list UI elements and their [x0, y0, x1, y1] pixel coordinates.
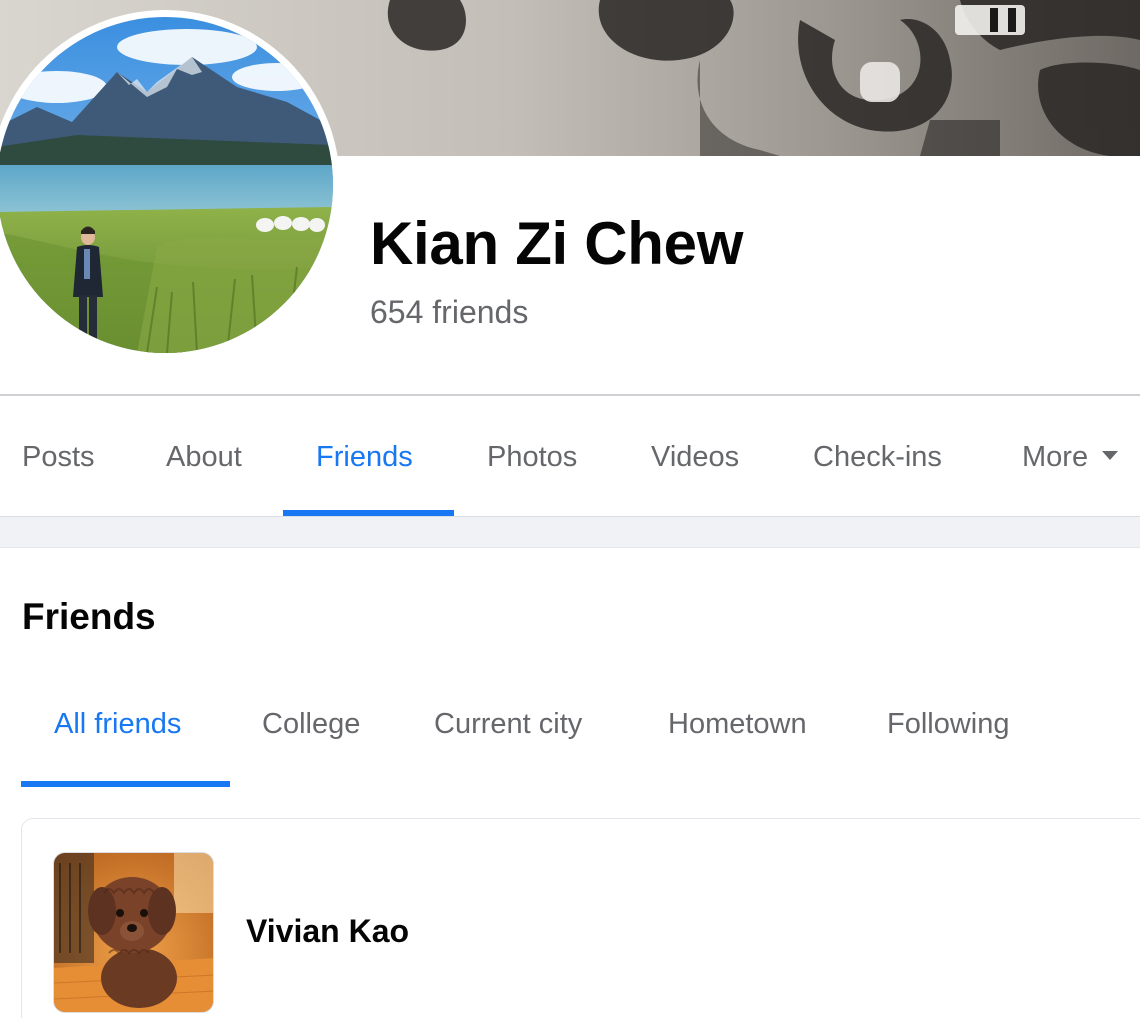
friend-avatar[interactable] — [53, 852, 214, 1013]
profile-avatar[interactable] — [0, 17, 333, 353]
friend-avatar-dog-image — [54, 853, 213, 1012]
tab-posts[interactable]: Posts — [22, 396, 95, 516]
filter-tab-all-friends[interactable]: All friends — [54, 708, 181, 741]
tab-check-ins[interactable]: Check-ins — [813, 396, 942, 516]
tab-friends[interactable]: Friends — [316, 396, 413, 516]
profile-tab-bar: Posts About Friends Photos Videos Check-… — [0, 396, 1140, 516]
friend-name[interactable]: Vivian Kao — [246, 913, 409, 950]
tab-videos[interactable]: Videos — [651, 396, 739, 516]
tab-more[interactable]: More — [1022, 396, 1119, 516]
active-filter-indicator — [21, 781, 230, 787]
profile-name: Kian Zi Chew — [370, 210, 744, 277]
caret-down-icon — [1102, 450, 1119, 460]
avatar-landscape-image — [0, 17, 333, 353]
filter-tab-current-city[interactable]: Current city — [434, 708, 582, 741]
section-separator — [0, 516, 1140, 548]
tab-more-label: More — [1022, 441, 1089, 473]
tab-photos[interactable]: Photos — [487, 396, 577, 516]
friend-card[interactable]: Vivian Kao — [21, 818, 1140, 1018]
friend-count[interactable]: 654 friends — [370, 292, 528, 332]
friends-section-title: Friends — [22, 596, 156, 637]
filter-tab-following[interactable]: Following — [887, 708, 1010, 741]
filter-tab-hometown[interactable]: Hometown — [668, 708, 807, 741]
tab-about[interactable]: About — [166, 396, 242, 516]
friends-section: Friends All friends College Current city… — [0, 548, 1140, 1018]
filter-tab-college[interactable]: College — [262, 708, 360, 741]
